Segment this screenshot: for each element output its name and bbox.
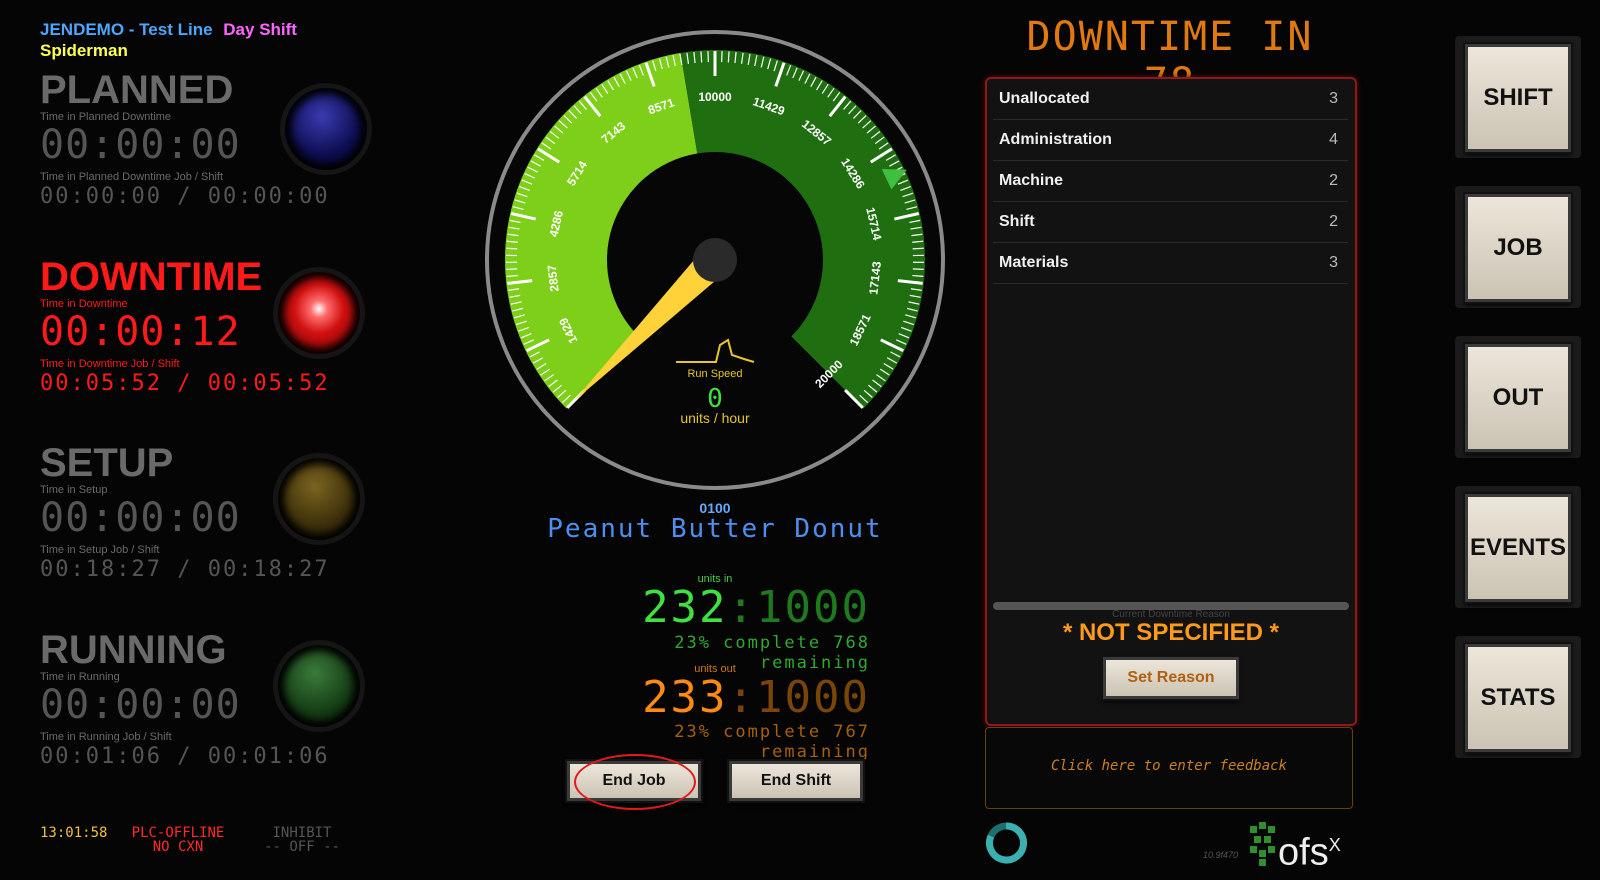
planned-job-shift-time: 00:00:00 / 00:00:00 bbox=[40, 184, 330, 209]
run-speed-units: units / hour bbox=[680, 410, 750, 426]
units-in-value: 232 bbox=[642, 582, 728, 633]
downtime-title: DOWNTIME bbox=[40, 255, 263, 299]
reason-label: Unallocated bbox=[999, 90, 1090, 107]
planned-indicator-lamp bbox=[285, 88, 367, 170]
running-job-shift-time: 00:01:06 / 00:01:06 bbox=[40, 744, 330, 769]
reason-label: Materials bbox=[999, 254, 1069, 271]
reason-row-materials[interactable]: Materials 3 bbox=[993, 243, 1348, 284]
ofsx-logo-sup: X bbox=[1328, 835, 1341, 855]
feedback-placeholder: Click here to enter feedback bbox=[1050, 758, 1287, 774]
reason-row-unallocated[interactable]: Unallocated 3 bbox=[993, 79, 1348, 120]
shift-name: Day Shift bbox=[223, 20, 297, 39]
shift-button[interactable]: SHIFT bbox=[1465, 44, 1571, 152]
setup-job-shift-label: Time in Setup Job / Shift bbox=[40, 544, 160, 556]
current-reason-value: * NOT SPECIFIED * bbox=[1062, 619, 1280, 646]
gauge-tick-label: 10000 bbox=[698, 90, 732, 104]
end-job-button[interactable]: End Job bbox=[567, 761, 701, 801]
inhibit-status: INHIBIT -- OFF -- bbox=[262, 826, 342, 854]
units-out-progress: 23% complete 767 remaining bbox=[674, 722, 870, 762]
ofsx-logo-text: ofs bbox=[1278, 831, 1329, 874]
reason-row-shift[interactable]: Shift 2 bbox=[993, 202, 1348, 243]
gauge-minor-tick bbox=[912, 247, 924, 250]
reason-row-machine[interactable]: Machine 2 bbox=[993, 161, 1348, 202]
inhibit-line1: INHIBIT bbox=[272, 825, 332, 841]
sync-icon[interactable] bbox=[985, 822, 1027, 864]
line-name: JENDEMO - Test Line bbox=[40, 20, 213, 39]
reason-count: 2 bbox=[1329, 213, 1338, 230]
planned-status: PLANNED Time in Planned Downtime 00:00:0… bbox=[40, 68, 380, 248]
inhibit-line2: -- OFF -- bbox=[264, 839, 340, 855]
reason-count: 3 bbox=[1329, 90, 1338, 107]
units-in-count: 232:1000 bbox=[560, 582, 870, 633]
events-button[interactable]: EVENTS bbox=[1465, 494, 1571, 602]
gauge-minor-tick bbox=[700, 51, 703, 63]
line-and-shift: JENDEMO - Test Line Day Shift bbox=[40, 20, 297, 40]
job-button[interactable]: JOB bbox=[1465, 194, 1571, 302]
end-shift-button[interactable]: End Shift bbox=[729, 761, 863, 801]
reason-row-administration[interactable]: Administration 4 bbox=[993, 120, 1348, 161]
ofsx-logo-mark-icon bbox=[1250, 822, 1275, 866]
units-out-count: 233:1000 bbox=[560, 672, 870, 723]
reason-label: Shift bbox=[999, 213, 1035, 230]
planned-time: 00:00:00 bbox=[40, 122, 241, 168]
gauge-minor-tick bbox=[506, 247, 518, 250]
plc-status-line2: NO CXN bbox=[152, 839, 204, 855]
needle-hub bbox=[693, 238, 737, 282]
run-speed-label: Run Speed bbox=[687, 368, 742, 380]
gauge-minor-tick bbox=[727, 51, 730, 63]
downtime-job-shift-label: Time in Downtime Job / Shift bbox=[40, 358, 180, 370]
operator-name: Spiderman bbox=[40, 41, 128, 60]
units-out-total: :1000 bbox=[727, 672, 870, 723]
reason-count: 4 bbox=[1329, 131, 1338, 148]
clock: 13:01:58 bbox=[40, 825, 108, 841]
ofsx-logo: ofsX bbox=[1278, 825, 1341, 873]
job-name: Peanut Butter Donut bbox=[547, 514, 883, 544]
version-label: 10.9f470 bbox=[1203, 850, 1239, 860]
feedback-box[interactable]: Click here to enter feedback bbox=[985, 727, 1353, 809]
downtime-job-shift-time: 00:05:52 / 00:05:52 bbox=[40, 371, 330, 396]
reason-label: Machine bbox=[999, 172, 1064, 189]
plc-status-line1: PLC-OFFLINE bbox=[131, 825, 225, 841]
plc-status: PLC-OFFLINE NO CXN bbox=[123, 826, 233, 854]
downtime-time: 00:00:12 bbox=[40, 309, 241, 355]
running-title: RUNNING bbox=[40, 628, 227, 672]
units-out-value: 233 bbox=[642, 672, 728, 723]
planned-title: PLANNED bbox=[40, 68, 234, 112]
setup-status: SETUP Time in Setup 00:00:00 Time in Set… bbox=[40, 441, 380, 621]
running-job-shift-label: Time in Running Job / Shift bbox=[40, 731, 172, 743]
running-time: 00:00:00 bbox=[40, 682, 241, 728]
setup-job-shift-time: 00:18:27 / 00:18:27 bbox=[40, 557, 330, 582]
setup-time: 00:00:00 bbox=[40, 495, 241, 541]
downtime-status: DOWNTIME Time in Downtime 00:00:12 Time … bbox=[40, 255, 380, 435]
setup-indicator-lamp bbox=[278, 458, 360, 540]
out-button[interactable]: OUT bbox=[1465, 344, 1571, 452]
reason-count: 3 bbox=[1329, 254, 1338, 271]
setup-title: SETUP bbox=[40, 441, 174, 485]
downtime-indicator-lamp bbox=[278, 272, 360, 354]
units-in-total: :1000 bbox=[727, 582, 870, 633]
reason-count: 2 bbox=[1329, 172, 1338, 189]
running-indicator-lamp bbox=[278, 645, 360, 727]
run-speed-gauge: 0142928574286571471438571100001142912857… bbox=[485, 30, 945, 490]
running-status: RUNNING Time in Running 00:00:00 Time in… bbox=[40, 628, 380, 808]
stats-button[interactable]: STATS bbox=[1465, 644, 1571, 752]
downtime-reasons-panel: Unallocated 3 Administration 4 Machine 2… bbox=[985, 77, 1357, 726]
reason-label: Administration bbox=[999, 131, 1112, 148]
set-reason-button[interactable]: Set Reason bbox=[1103, 657, 1239, 699]
planned-job-shift-label: Time in Planned Downtime Job / Shift bbox=[40, 171, 224, 183]
